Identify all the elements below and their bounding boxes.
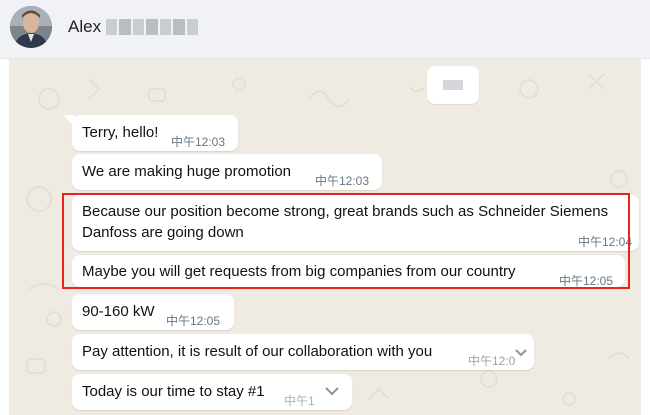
message-time: 中午12:05 xyxy=(166,314,221,328)
highlight-frame xyxy=(62,193,630,289)
message-bubble[interactable]: We are making huge promotion 中午12:03 xyxy=(72,154,382,190)
message-time: 中午12:03 xyxy=(171,135,226,149)
date-divider-chip xyxy=(427,66,479,104)
message-bubble[interactable]: Pay attention, it is result of our colla… xyxy=(72,334,534,370)
contact-name-redaction xyxy=(106,19,198,35)
message-bubble[interactable]: 90-160 kW 中午12:05 xyxy=(72,294,234,330)
message-text: Terry, hello! xyxy=(82,124,159,141)
date-redaction xyxy=(443,80,463,90)
contact-name[interactable]: Alex xyxy=(68,17,101,37)
message-bubble[interactable]: Terry, hello! 中午12:03 xyxy=(72,115,238,151)
chevron-down-icon[interactable] xyxy=(324,386,340,396)
chevron-down-icon[interactable] xyxy=(514,348,528,358)
avatar-photo xyxy=(10,6,52,48)
message-time: 中午12:03 xyxy=(315,174,370,188)
message-text: We are making huge promotion xyxy=(82,163,292,180)
message-time: 中午12:0 xyxy=(468,354,516,368)
message-text: 90-160 kW xyxy=(82,303,155,320)
message-text: Today is our time to stay #1 xyxy=(82,383,265,400)
chat-header: Alex xyxy=(0,0,650,59)
message-time: 中午1 xyxy=(284,394,315,408)
message-bubble[interactable]: Today is our time to stay #1 中午1 xyxy=(72,374,352,410)
contact-avatar[interactable] xyxy=(10,6,52,48)
message-text: Pay attention, it is result of our colla… xyxy=(82,343,433,360)
